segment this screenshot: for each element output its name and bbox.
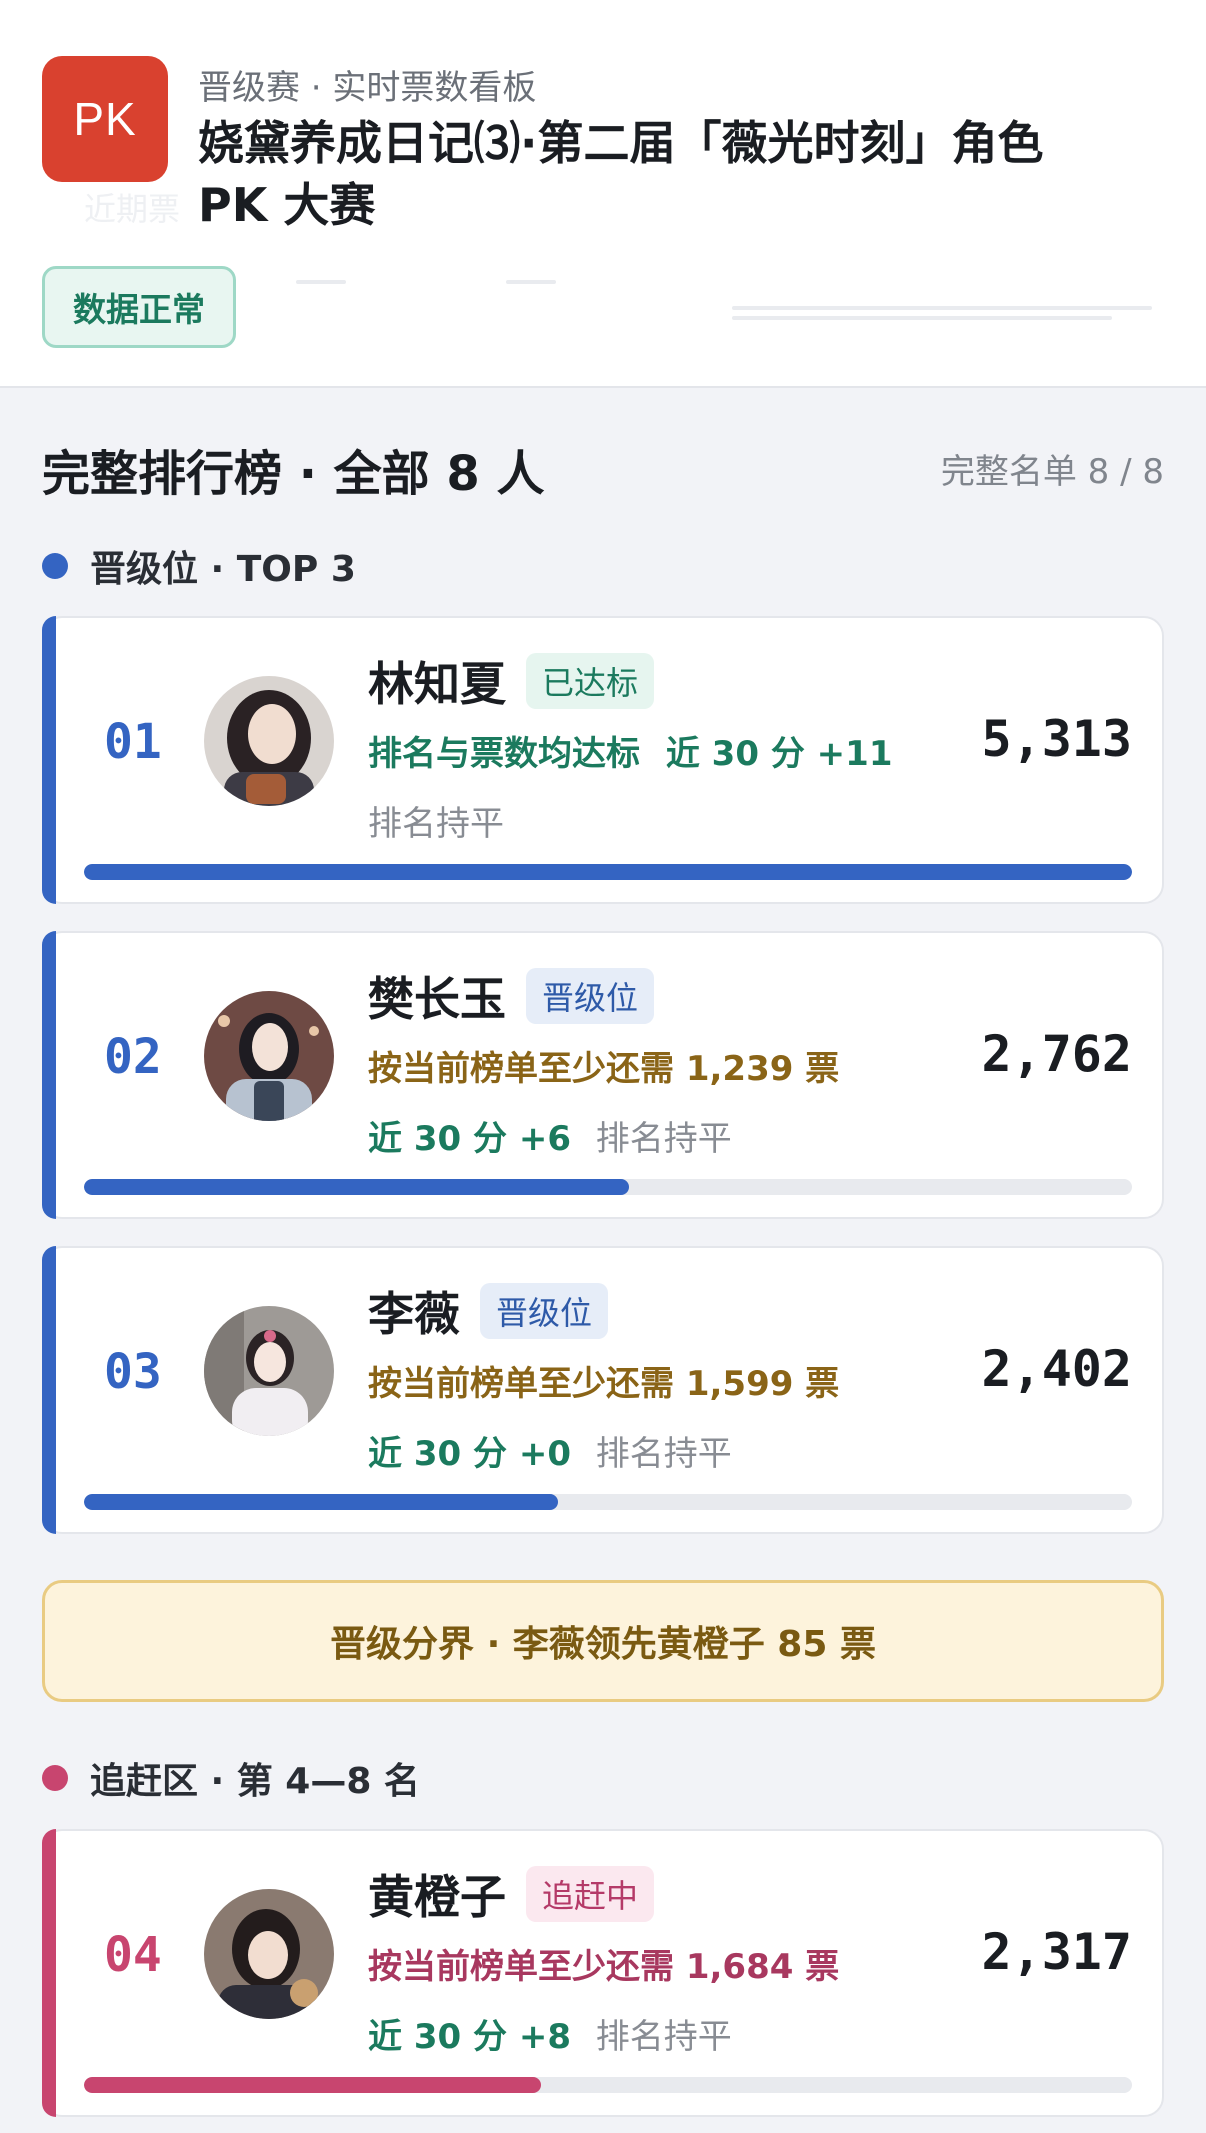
contestant-name: 樊长玉 [368,972,506,1026]
vote-count: 2,317 [981,1923,1132,1981]
rank-number: 02 [104,1029,162,1085]
leaderboard-card[interactable]: 01 林知夏 已达标 排名与票数均达标 近 30 分 +11 排名持平 5,31… [42,616,1164,904]
rank-trend: 排名持平 [595,1434,732,1474]
promotion-boundary-banner: 晋级分界 · 李薇领先黄橙子 85 票 [42,1580,1164,1702]
status-tag: 已达标 [526,653,655,709]
card-accent-bar [42,931,56,1219]
dashboard-header: 近期票 PK 晋级赛 · 实时票数看板 娆黛养成日记⑶·第二届「薇光时刻」角色 … [0,0,1206,388]
pk-logo: PK [42,56,168,182]
faded-chart-line [732,306,1152,310]
status-tag: 追赶中 [526,1866,655,1922]
vote-progress-fill [84,864,1132,880]
board-eyebrow: 晋级赛 · 实时票数看板 [198,68,537,108]
rank-trend: 排名持平 [595,2017,732,2057]
leaderboard-heading: 完整排行榜 · 全部 8 人 [42,446,545,502]
trend-line: 近 30 分 +8 排名持平 [368,2009,732,2058]
requirement-text: 按当前榜单至少还需 1,599 票 [368,1364,840,1404]
promo-group-label: 晋级位 · TOP 3 [90,549,356,590]
recent-delta: 近 30 分 +11 [665,734,893,774]
contestant-name: 林知夏 [368,657,506,711]
rank-number: 04 [104,1927,162,1983]
requirement-line: 排名与票数均达标 近 30 分 +11 [368,726,892,775]
status-tag: 晋级位 [480,1283,609,1339]
vote-progress-bar [84,2077,1132,2093]
faded-legend-swatch [296,280,346,284]
vote-count: 5,313 [981,710,1132,768]
card-accent-bar [42,616,56,904]
card-accent-bar [42,1246,56,1534]
promo-group-header: 晋级位 · TOP 3 [42,540,356,592]
trend-line: 近 30 分 +0 排名持平 [368,1426,732,1475]
vote-progress-bar [84,864,1132,880]
rank-trend: 排名持平 [595,1119,732,1159]
recent-delta: 近 30 分 +8 [368,2017,571,2057]
contestant-name: 黄橙子 [368,1870,506,1924]
vote-count: 2,762 [981,1025,1132,1083]
vote-progress-fill [84,1179,629,1195]
faded-background-text: 近期票 [84,190,181,228]
faded-chart-line [732,316,1112,320]
requirement-text: 排名与票数均达标 [368,734,640,774]
avatar [204,1889,334,2019]
name-row: 黄橙子 追赶中 [368,1861,655,1927]
contest-title: 娆黛养成日记⑶·第二届「薇光时刻」角色 PK 大赛 [198,116,1044,232]
vote-progress-bar [84,1494,1132,1510]
promo-dot-icon [42,553,68,579]
leaderboard-card[interactable]: 02 樊长玉 晋级位 按当前榜单至少还需 1,239 票 近 30 分 +6 排… [42,931,1164,1219]
name-row: 樊长玉 晋级位 [368,963,655,1029]
contestant-name: 李薇 [368,1287,460,1341]
recent-delta: 近 30 分 +6 [368,1119,571,1159]
recent-delta: 近 30 分 +0 [368,1434,571,1474]
avatar [204,1306,334,1436]
vote-progress-fill [84,2077,541,2093]
requirement-text: 按当前榜单至少还需 1,684 票 [368,1947,840,1987]
avatar [204,991,334,1121]
faded-legend-swatch [506,280,556,284]
trend-line: 近 30 分 +6 排名持平 [368,1111,732,1160]
rank-trend: 排名持平 [368,804,504,844]
name-row: 李薇 晋级位 [368,1278,609,1344]
vote-count: 2,402 [981,1340,1132,1398]
requirement-text: 按当前榜单至少还需 1,239 票 [368,1049,840,1089]
chase-group-header: 追赶区 · 第 4—8 名 [42,1752,420,1804]
name-row: 林知夏 已达标 [368,648,655,714]
leaderboard-card[interactable]: 03 李薇 晋级位 按当前榜单至少还需 1,599 票 近 30 分 +0 排名… [42,1246,1164,1534]
rank-number: 01 [104,714,162,770]
trend-line: 排名持平 [368,796,504,845]
card-accent-bar [42,1829,56,2117]
status-tag: 晋级位 [526,968,655,1024]
vote-progress-fill [84,1494,558,1510]
avatar [204,676,334,806]
data-status-badge: 数据正常 [42,266,236,348]
rank-number: 03 [104,1344,162,1400]
chase-dot-icon [42,1765,68,1791]
chase-group-label: 追赶区 · 第 4—8 名 [90,1761,420,1802]
roster-count: 完整名单 8 / 8 [940,452,1164,492]
leaderboard-card[interactable]: 04 黄橙子 追赶中 按当前榜单至少还需 1,684 票 近 30 分 +8 排… [42,1829,1164,2117]
vote-progress-bar [84,1179,1132,1195]
